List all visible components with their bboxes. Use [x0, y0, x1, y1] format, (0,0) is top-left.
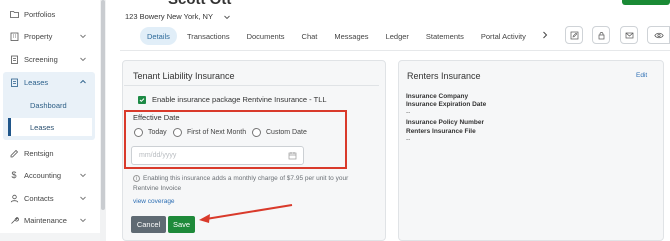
sidebar-item-maintenance[interactable]: Maintenance [3, 210, 95, 230]
radio-first-of-next-month[interactable]: First of Next Month [173, 128, 246, 137]
radio-label: Today [148, 129, 167, 136]
tli-divider [124, 85, 379, 86]
address-text: 123 Bowery New York, NY [125, 12, 213, 21]
check-icon [139, 97, 145, 102]
sidebar-scrollbar[interactable] [100, 0, 106, 241]
field-value: -- [406, 109, 411, 116]
view-coverage-link[interactable]: view coverage [133, 198, 175, 205]
lock-icon [598, 31, 604, 39]
renters-edit-link[interactable]: Edit [636, 72, 647, 79]
tab-chat[interactable]: Chat [295, 27, 325, 45]
field-value: -- [406, 136, 411, 143]
sidebar-subitem-leases[interactable]: Leases [8, 118, 92, 136]
tab-statements[interactable]: Statements [419, 27, 471, 45]
radio-custom-date[interactable]: Custom Date [252, 128, 307, 137]
eye-icon [653, 32, 664, 38]
sidebar-item-label: Leases [24, 77, 49, 87]
sidebar-item-label: Rentsign [24, 148, 54, 158]
field-label: Insurance Expiration Date [406, 101, 487, 108]
header-divider [120, 50, 670, 51]
tli-title: Tenant Liability Insurance [133, 71, 235, 81]
renters-title: Renters Insurance [407, 71, 481, 81]
sidebar-item-portfolios[interactable]: Portfolios [3, 4, 95, 24]
sidebar-item-label: Accounting [24, 170, 62, 180]
field-label: Insurance Company [406, 93, 469, 100]
sidebar-item-label: Contacts [24, 193, 54, 203]
edit-icon [570, 31, 578, 39]
sidebar-item-label: Property [24, 31, 53, 41]
chevron-down-icon [224, 15, 230, 19]
radio-circle[interactable] [134, 128, 143, 137]
edit-button[interactable] [565, 26, 583, 44]
radio-label: Custom Date [266, 129, 307, 136]
chevron-down-icon [80, 173, 86, 178]
sidebar-item-rentsign[interactable]: Rentsign [3, 143, 95, 163]
sidebar: Portfolios Property Screening Leases Das… [0, 0, 106, 241]
sidebar-footer [0, 233, 100, 241]
sidebar-item-label: Portfolios [24, 9, 56, 19]
tab-messages[interactable]: Messages [327, 27, 375, 45]
folder-icon [9, 9, 19, 19]
primary-action-button[interactable] [622, 0, 670, 5]
message-button[interactable] [620, 26, 638, 44]
sidebar-item-label: Screening [24, 54, 58, 64]
enable-insurance-checkbox[interactable] [138, 95, 146, 104]
chevron-down-icon [80, 196, 86, 201]
cancel-button[interactable]: Cancel [131, 216, 166, 233]
sidebar-item-property[interactable]: Property [3, 26, 95, 46]
mail-icon [625, 32, 633, 38]
field-label: Renters Insurance File [406, 128, 476, 135]
insurance-info-text: i Enabling this insurance adds a monthly … [133, 174, 349, 192]
page-title: Scott Ott [168, 0, 231, 8]
tab-details[interactable]: Details [140, 27, 177, 45]
effective-date-input[interactable]: mm/dd/yyyy [131, 146, 304, 165]
effective-date-label: Effective Date [133, 113, 180, 122]
chevron-up-icon [80, 79, 86, 84]
lock-button[interactable] [592, 26, 610, 44]
sidebar-item-accounting[interactable]: $ Accounting [3, 165, 95, 185]
sidebar-item-screening[interactable]: Screening [3, 49, 95, 69]
sidebar-item-contacts[interactable]: Contacts [3, 188, 95, 208]
enable-insurance-checkbox-row[interactable]: Enable insurance package Rentvine Insura… [138, 95, 327, 104]
sidebar-item-leases[interactable]: Leases [3, 72, 95, 92]
tab-bar: Details Transactions Documents Chat Mess… [140, 26, 536, 46]
tab-transactions[interactable]: Transactions [180, 27, 237, 45]
chevron-right-icon[interactable] [540, 30, 550, 40]
clipboard-icon [9, 54, 19, 64]
chevron-down-icon [80, 218, 86, 223]
radio-circle[interactable] [173, 128, 182, 137]
sidebar-item-label: Maintenance [24, 215, 67, 225]
renters-insurance-panel: Renters Insurance [398, 60, 664, 241]
save-button[interactable]: Save [168, 216, 195, 233]
wrench-icon [9, 215, 19, 225]
user-icon [9, 193, 19, 203]
document-icon [9, 77, 19, 87]
chevron-down-icon [80, 57, 86, 62]
calendar-icon[interactable] [288, 151, 297, 160]
info-icon: i [133, 174, 140, 182]
field-label: Insurance Policy Number [406, 119, 485, 126]
scrollbar-thumb[interactable] [101, 0, 105, 210]
radio-today[interactable]: Today [134, 128, 167, 137]
signature-icon [9, 148, 19, 158]
tab-ledger[interactable]: Ledger [379, 27, 416, 45]
tab-portal-activity[interactable]: Portal Activity [474, 27, 533, 45]
address-selector[interactable]: 123 Bowery New York, NY [125, 12, 231, 21]
radio-label: First of Next Month [187, 129, 247, 136]
sidebar-subitem-dashboard[interactable]: Dashboard [8, 96, 92, 114]
view-button[interactable] [647, 26, 670, 44]
dollar-icon: $ [11, 170, 17, 180]
chevron-down-icon [80, 34, 86, 39]
building-icon [9, 31, 19, 41]
radio-circle[interactable] [252, 128, 261, 137]
tab-documents[interactable]: Documents [240, 27, 292, 45]
enable-insurance-label: Enable insurance package Rentvine Insura… [152, 95, 327, 104]
date-placeholder: mm/dd/yyyy [139, 152, 177, 159]
